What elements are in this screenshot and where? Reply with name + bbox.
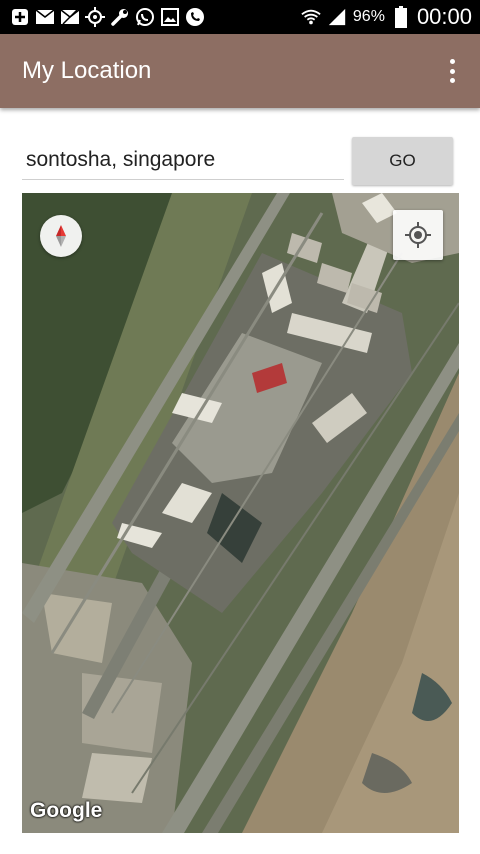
gps-icon <box>85 7 105 27</box>
system-status: 96% 00:00 <box>301 0 472 34</box>
map-view[interactable]: Google <box>22 193 459 833</box>
overflow-dot-icon <box>449 59 455 64</box>
mail-muted-icon <box>60 7 80 27</box>
add-box-icon <box>10 7 30 27</box>
my-location-icon <box>405 222 431 248</box>
overflow-dot-icon <box>449 68 455 74</box>
signal-icon <box>327 7 347 27</box>
overflow-dot-icon <box>449 78 455 83</box>
compass-button[interactable] <box>40 215 82 257</box>
overflow-menu-button[interactable] <box>442 56 462 86</box>
whatsapp-icon <box>135 7 155 27</box>
satellite-imagery <box>22 193 459 833</box>
mail-icon <box>35 7 55 27</box>
clock: 00:00 <box>416 4 472 29</box>
app-bar: My Location <box>0 34 480 108</box>
my-location-button[interactable] <box>393 210 443 260</box>
battery-percentage: 96% <box>352 8 385 25</box>
status-bar: 96% 00:00 <box>0 0 480 34</box>
battery-icon <box>391 6 411 28</box>
wifi-icon <box>301 7 321 27</box>
image-icon <box>160 7 180 27</box>
google-logo: Google <box>30 799 103 822</box>
phone-icon <box>185 7 205 27</box>
location-search-input[interactable] <box>22 140 344 180</box>
app-title: My Location <box>22 57 152 84</box>
notification-icons <box>0 7 205 27</box>
wrench-icon <box>110 7 130 27</box>
compass-icon <box>56 225 66 247</box>
go-button[interactable]: GO <box>352 137 453 185</box>
